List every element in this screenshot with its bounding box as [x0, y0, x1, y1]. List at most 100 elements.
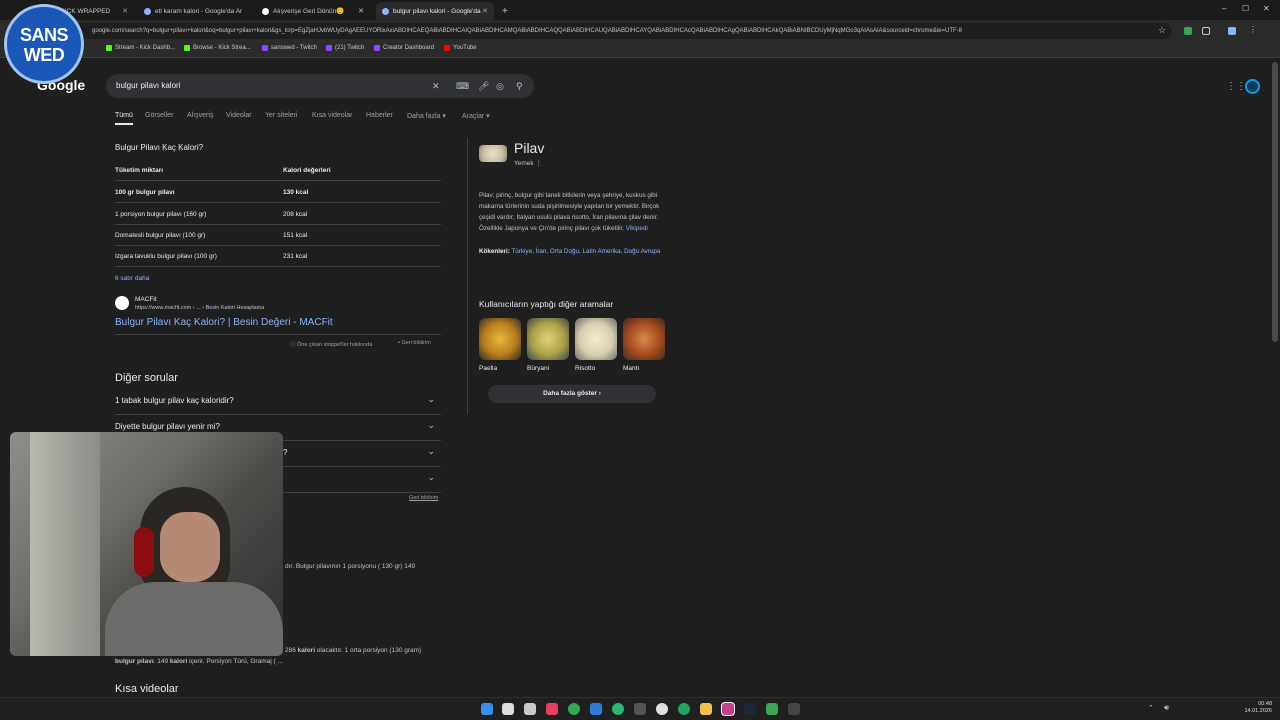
new-tab-button[interactable]: + — [496, 2, 510, 20]
feedback-link[interactable]: ▪ Geri bildirim — [398, 340, 431, 346]
risotto-image[interactable] — [575, 318, 617, 360]
shop-favicon-icon — [262, 7, 269, 15]
keyboard-icon[interactable]: ⌨ — [456, 74, 469, 98]
tab-yer-siteleri[interactable]: Yer siteleri — [265, 112, 297, 119]
tab-alisveris[interactable]: Alışveriş — [187, 112, 213, 119]
scrollbar-thumb[interactable] — [1272, 62, 1278, 342]
system-clock[interactable]: 00:48 14.01.2026 — [1240, 701, 1272, 715]
chevron-down-icon: ⌄ — [427, 394, 435, 404]
close-tab-icon[interactable]: ✕ — [358, 7, 364, 15]
about-snippets-link[interactable]: ⓘ Öne çıkan snippet'ler hakkında — [290, 340, 372, 348]
lens-icon[interactable]: ◎ — [496, 74, 504, 98]
url-input[interactable]: google.com/search?q=bulgur+pilavı+kalori… — [62, 23, 1172, 39]
tab-bulgur-pilavi[interactable]: bulgur pilavı kalori - Google'da ✕ — [376, 2, 494, 20]
paella-image[interactable] — [479, 318, 521, 360]
paa-question[interactable]: 1 tabak bulgur pilav kaç kaloridir? ⌄ — [115, 389, 441, 415]
xbox-icon[interactable] — [766, 703, 778, 715]
steam-icon[interactable] — [744, 703, 756, 715]
browser-icon[interactable] — [612, 703, 624, 715]
tab-alisverise[interactable]: Alışverişe Geri Dönün😊 ✕ — [256, 2, 370, 20]
source-name: MACFit — [135, 296, 157, 303]
taskbar: ⌃ 🔊︎ 00:48 14.01.2026 — [0, 697, 1280, 720]
close-tab-icon[interactable]: ✕ — [482, 7, 488, 15]
twitch-icon — [374, 45, 380, 51]
close-tab-icon[interactable]: ✕ — [122, 7, 128, 15]
related-label[interactable]: Risotto — [575, 365, 595, 372]
related-searches-title: Kullanıcıların yaptığı diğer aramalar — [479, 299, 614, 309]
bookmark-kick-browse[interactable]: Browse - Kick Strea... — [184, 45, 251, 51]
bookmark-star-icon[interactable]: ☆ — [1158, 25, 1166, 36]
chevron-down-icon: ⌄ — [427, 446, 435, 456]
youtube-icon — [444, 45, 450, 51]
volume-icon[interactable]: 🔊︎ — [1164, 703, 1169, 713]
windows-start-icon[interactable] — [481, 703, 493, 715]
profile-icon[interactable] — [1228, 27, 1236, 35]
bookmark-youtube[interactable]: YouTube — [444, 45, 477, 51]
chevron-down-icon: ⌄ — [427, 420, 435, 430]
buryani-image[interactable] — [527, 318, 569, 360]
bookmark-kick-dashboard[interactable]: Stream - Kick Dashb... — [106, 45, 175, 51]
webcam-overlay — [10, 432, 283, 656]
table-row: Izgara tavuklu bulgur pilavı (100 gr) 23… — [115, 246, 441, 267]
maximize-icon[interactable]: ☐ — [1242, 4, 1249, 13]
pilav-thumbnail[interactable] — [479, 145, 507, 162]
manti-image[interactable] — [623, 318, 665, 360]
table-row: Domatesli bulgur pilavı (100 gr) 151 kca… — [115, 225, 441, 246]
related-label[interactable]: Paella — [479, 365, 497, 372]
chrome-icon[interactable] — [568, 703, 580, 715]
microphone-icon[interactable]: 🎤︎ — [478, 74, 489, 98]
app-icon[interactable] — [788, 703, 800, 715]
bookmark-twitch[interactable]: (21) Twitch — [326, 45, 364, 51]
tab-haberler[interactable]: Haberler — [366, 112, 393, 119]
streamer-hoodie — [105, 582, 283, 656]
related-label[interactable]: Büryani — [527, 365, 549, 372]
related-label[interactable]: Mantı — [623, 365, 639, 372]
bookmarks-bar: Stream - Kick Dashb... Browse - Kick Str… — [0, 42, 1280, 58]
close-window-icon[interactable]: ✕ — [1263, 4, 1270, 13]
extension-icon[interactable] — [1184, 27, 1192, 35]
table-header: Tüketim miktarı Kalori değerleri — [115, 160, 441, 181]
source-title-link[interactable]: Bulgur Pilavı Kaç Kalori? | Besin Değeri… — [115, 317, 333, 328]
macfit-favicon-icon — [115, 296, 129, 310]
bookmark-creator-dashboard[interactable]: Creator Dashboard — [374, 45, 434, 51]
clear-icon[interactable]: ✕ — [432, 74, 440, 98]
tab-araclar[interactable]: Araçlar ▾ — [462, 112, 490, 120]
minimize-icon[interactable]: – — [1222, 4, 1226, 13]
show-more-button[interactable]: Daha fazla göster › — [488, 385, 656, 403]
apps-grid-icon[interactable]: ⋮⋮ — [1226, 81, 1246, 92]
file-explorer-icon[interactable] — [700, 703, 712, 715]
menu-dots-icon[interactable]: ⋮ — [1249, 25, 1257, 34]
result-snippet-text: bulgur pilavı. 149 kalori içerir. Porsiy… — [115, 658, 283, 665]
kg-origin: Kökenleri: Türkiye, İran, Orta Doğu, Lat… — [479, 248, 661, 255]
account-avatar[interactable] — [1245, 79, 1260, 94]
tray-chevron-icon[interactable]: ⌃ — [1148, 704, 1154, 712]
wikipedia-link[interactable]: Vikipedi — [626, 225, 648, 232]
paa-feedback-link[interactable]: Geri bildirim — [409, 495, 438, 501]
bookmark-sanswed-twitch[interactable]: sanswed - Twitch — [262, 45, 317, 51]
more-rows-link[interactable]: 6 satır daha — [115, 275, 149, 282]
chrome-icon[interactable] — [678, 703, 690, 715]
tab-videolar[interactable]: Videolar — [226, 112, 252, 119]
result-snippet-text: dır. Bulgur pilavının 1 porsiyonu ( 130 … — [285, 563, 416, 570]
tab-kisa-videolar[interactable]: Kısa videolar — [312, 112, 352, 119]
twitch-icon — [262, 45, 268, 51]
tab-gorseller[interactable]: Görseller — [145, 112, 173, 119]
app-icon[interactable] — [590, 703, 602, 715]
app-icon[interactable] — [634, 703, 646, 715]
search-input[interactable]: bulgur pilavı kalori ✕ ⌨ 🎤︎ ◎ ⚲ — [106, 74, 534, 98]
tab-tumu[interactable]: Tümü — [115, 112, 133, 125]
source-url[interactable]: https://www.macfit.com › ... › Besin Kal… — [135, 305, 264, 311]
music-app-icon[interactable] — [546, 703, 558, 715]
task-view-icon[interactable] — [502, 703, 514, 715]
address-bar-row: google.com/search?q=bulgur+pilavı+kalori… — [0, 20, 1280, 42]
tab-bar: EL - KICK WRAPPED ✕ eti karam kalori - Go… — [0, 0, 1280, 20]
widgets-icon[interactable] — [524, 703, 536, 715]
obs-icon[interactable] — [656, 703, 668, 715]
headset — [134, 527, 154, 577]
result-snippet-text: 286 kalori olacaktır. 1 orta porsiyon (1… — [285, 647, 422, 654]
active-app-icon[interactable] — [721, 702, 735, 716]
channel-logo: SANS WED — [4, 4, 84, 84]
extensions-puzzle-icon[interactable] — [1202, 27, 1210, 35]
tab-daha-fazla[interactable]: Daha fazla ▾ — [407, 112, 446, 120]
search-icon[interactable]: ⚲ — [516, 74, 523, 98]
